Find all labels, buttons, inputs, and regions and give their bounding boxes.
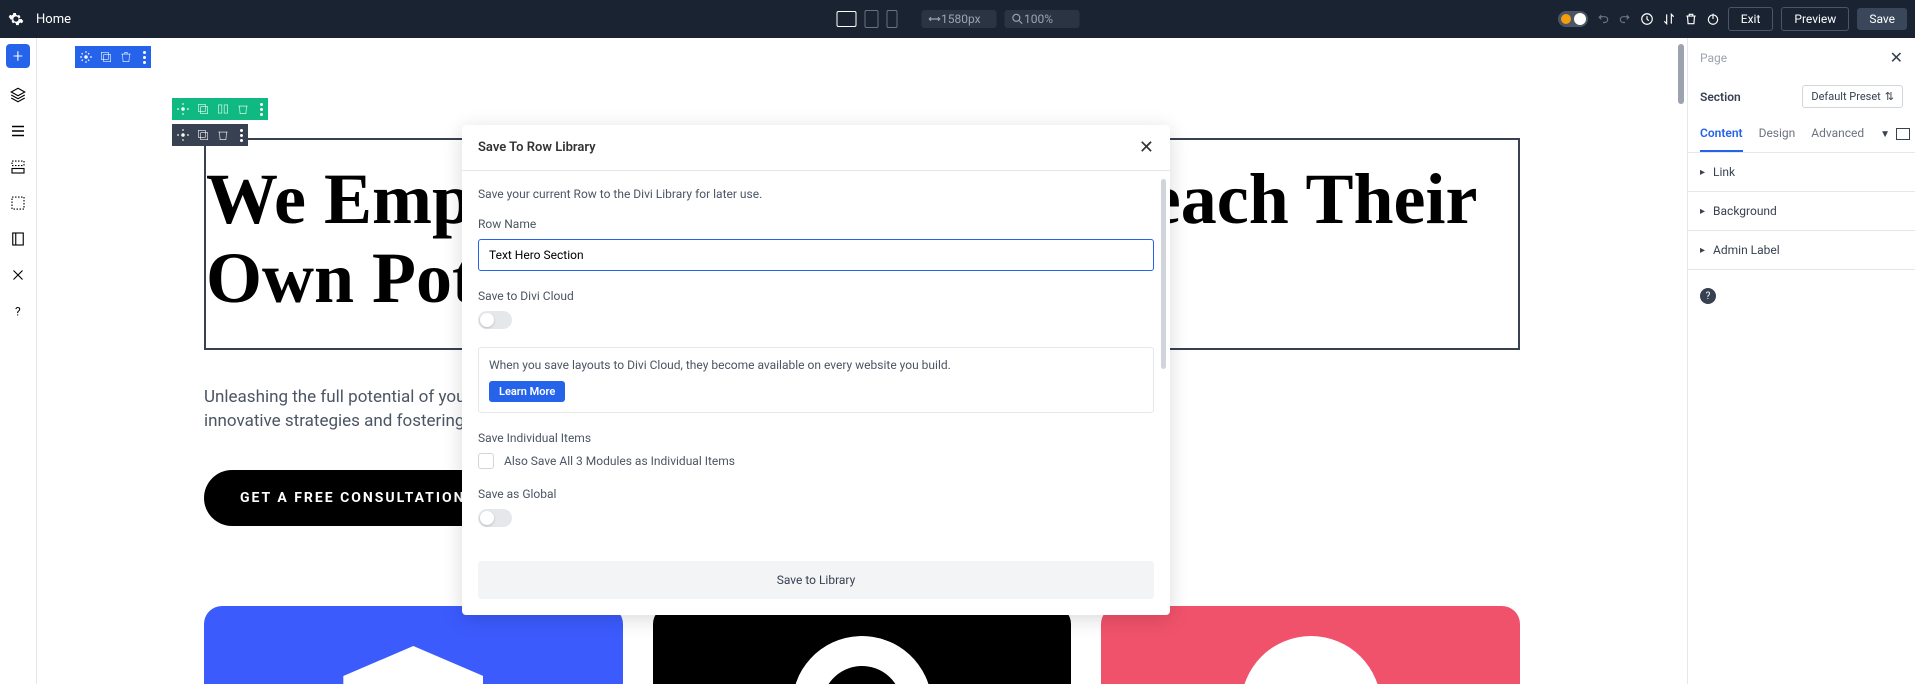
preview-button[interactable]: Preview — [1781, 7, 1849, 31]
row-name-label: Row Name — [478, 217, 1154, 231]
modal-scrollbar[interactable] — [1161, 179, 1166, 369]
topbar: Home Exit Preview Save — [0, 0, 1915, 38]
left-rail: + ? — [0, 38, 37, 684]
save-library-modal: Save To Row Library ✕ Save your current … — [462, 125, 1170, 615]
tablet-device-icon[interactable] — [864, 10, 878, 28]
circle-shape — [1241, 636, 1381, 684]
canvas-width-input[interactable] — [941, 12, 986, 26]
gear-icon[interactable] — [79, 50, 93, 64]
card-blue[interactable] — [204, 606, 623, 684]
close-icon[interactable]: ✕ — [1139, 137, 1154, 158]
width-icon — [927, 12, 941, 26]
preset-selector[interactable]: Default Preset⇅ — [1802, 85, 1903, 108]
svg-text:?: ? — [15, 305, 21, 319]
preset-options-icon: ⇅ — [1885, 90, 1894, 103]
settings-panel: Page ✕ Section Default Preset⇅ Content D… — [1687, 38, 1915, 684]
card-red[interactable] — [1101, 606, 1520, 684]
delete-icon[interactable] — [216, 128, 230, 142]
modal-title: Save To Row Library — [478, 140, 596, 155]
individual-checkbox[interactable] — [478, 453, 494, 469]
panel-breadcrumb[interactable]: Page — [1700, 51, 1727, 65]
help-icon[interactable]: ? — [9, 302, 27, 320]
duplicate-icon[interactable] — [99, 50, 113, 64]
arc-shape — [772, 616, 951, 684]
duplicate-icon[interactable] — [196, 102, 210, 116]
library-icon[interactable] — [9, 230, 27, 248]
individual-label: Save Individual Items — [478, 431, 1154, 445]
power-icon[interactable] — [1706, 12, 1720, 26]
modal-description: Save your current Row to the Divi Librar… — [478, 187, 1154, 201]
global-toggle[interactable] — [478, 509, 512, 527]
accordion-admin-label[interactable]: Admin Label — [1688, 231, 1915, 270]
module-toolbar-dark[interactable] — [172, 124, 248, 146]
history-icon[interactable] — [1640, 12, 1654, 26]
gear-icon[interactable] — [176, 128, 190, 142]
module-icon[interactable] — [9, 158, 27, 176]
zoom-input[interactable] — [1024, 12, 1069, 26]
cta-button[interactable]: GET A FREE CONSULTATION — [204, 470, 501, 526]
panel-tabs: Content Design Advanced ▼ — [1688, 116, 1915, 153]
more-icon[interactable] — [240, 129, 244, 142]
exit-button[interactable]: Exit — [1728, 7, 1774, 31]
sort-icon[interactable] — [1662, 12, 1676, 26]
feature-cards — [37, 606, 1687, 684]
cloud-toggle[interactable] — [478, 311, 512, 329]
cloud-info-text: When you save layouts to Divi Cloud, the… — [489, 358, 1143, 372]
home-link[interactable]: Home — [36, 12, 71, 27]
panel-section-title: Section — [1700, 90, 1741, 104]
tab-content[interactable]: Content — [1700, 116, 1743, 152]
panel-help-icon[interactable]: ? — [1700, 288, 1716, 304]
redo-icon[interactable] — [1618, 12, 1632, 26]
width-input-wrapper — [921, 10, 996, 28]
theme-toggle[interactable] — [1558, 11, 1588, 27]
gear-icon[interactable] — [8, 11, 24, 27]
hexagon-shape — [343, 646, 483, 684]
cloud-info-box: When you save layouts to Divi Cloud, the… — [478, 347, 1154, 413]
tab-design[interactable]: Design — [1759, 116, 1796, 152]
list-icon[interactable] — [9, 122, 27, 140]
tools-icon[interactable] — [9, 266, 27, 284]
chevron-down-icon[interactable]: ▼ — [1880, 129, 1890, 140]
row-toolbar-green[interactable] — [172, 98, 268, 120]
card-black[interactable] — [653, 606, 1072, 684]
template-icon[interactable] — [9, 194, 27, 212]
mobile-device-icon[interactable] — [886, 10, 897, 28]
section-toolbar-blue[interactable] — [75, 46, 151, 68]
learn-more-button[interactable]: Learn More — [489, 381, 565, 402]
tab-advanced[interactable]: Advanced — [1811, 116, 1864, 152]
trash-icon[interactable] — [1684, 12, 1698, 26]
desktop-device-icon[interactable] — [836, 11, 856, 27]
gear-icon[interactable] — [176, 102, 190, 116]
save-to-library-button[interactable]: Save to Library — [478, 561, 1154, 599]
layers-icon[interactable] — [9, 86, 27, 104]
zoom-input-wrapper — [1004, 10, 1079, 28]
accordion-link[interactable]: Link — [1688, 153, 1915, 192]
more-icon[interactable] — [143, 51, 147, 64]
save-button[interactable]: Save — [1857, 8, 1907, 30]
zoom-search-icon — [1010, 12, 1024, 26]
row-name-input[interactable] — [478, 239, 1154, 271]
individual-checkbox-label: Also Save All 3 Modules as Individual It… — [504, 454, 735, 468]
add-button[interactable]: + — [6, 44, 30, 68]
undo-icon[interactable] — [1596, 12, 1610, 26]
panel-close-icon[interactable]: ✕ — [1890, 48, 1903, 67]
expand-icon[interactable] — [1896, 128, 1910, 140]
cloud-label: Save to Divi Cloud — [478, 289, 1154, 303]
delete-icon[interactable] — [119, 50, 133, 64]
duplicate-icon[interactable] — [196, 128, 210, 142]
columns-icon[interactable] — [216, 102, 230, 116]
delete-icon[interactable] — [236, 102, 250, 116]
global-label: Save as Global — [478, 487, 1154, 501]
more-icon[interactable] — [260, 103, 264, 116]
accordion-background[interactable]: Background — [1688, 192, 1915, 231]
